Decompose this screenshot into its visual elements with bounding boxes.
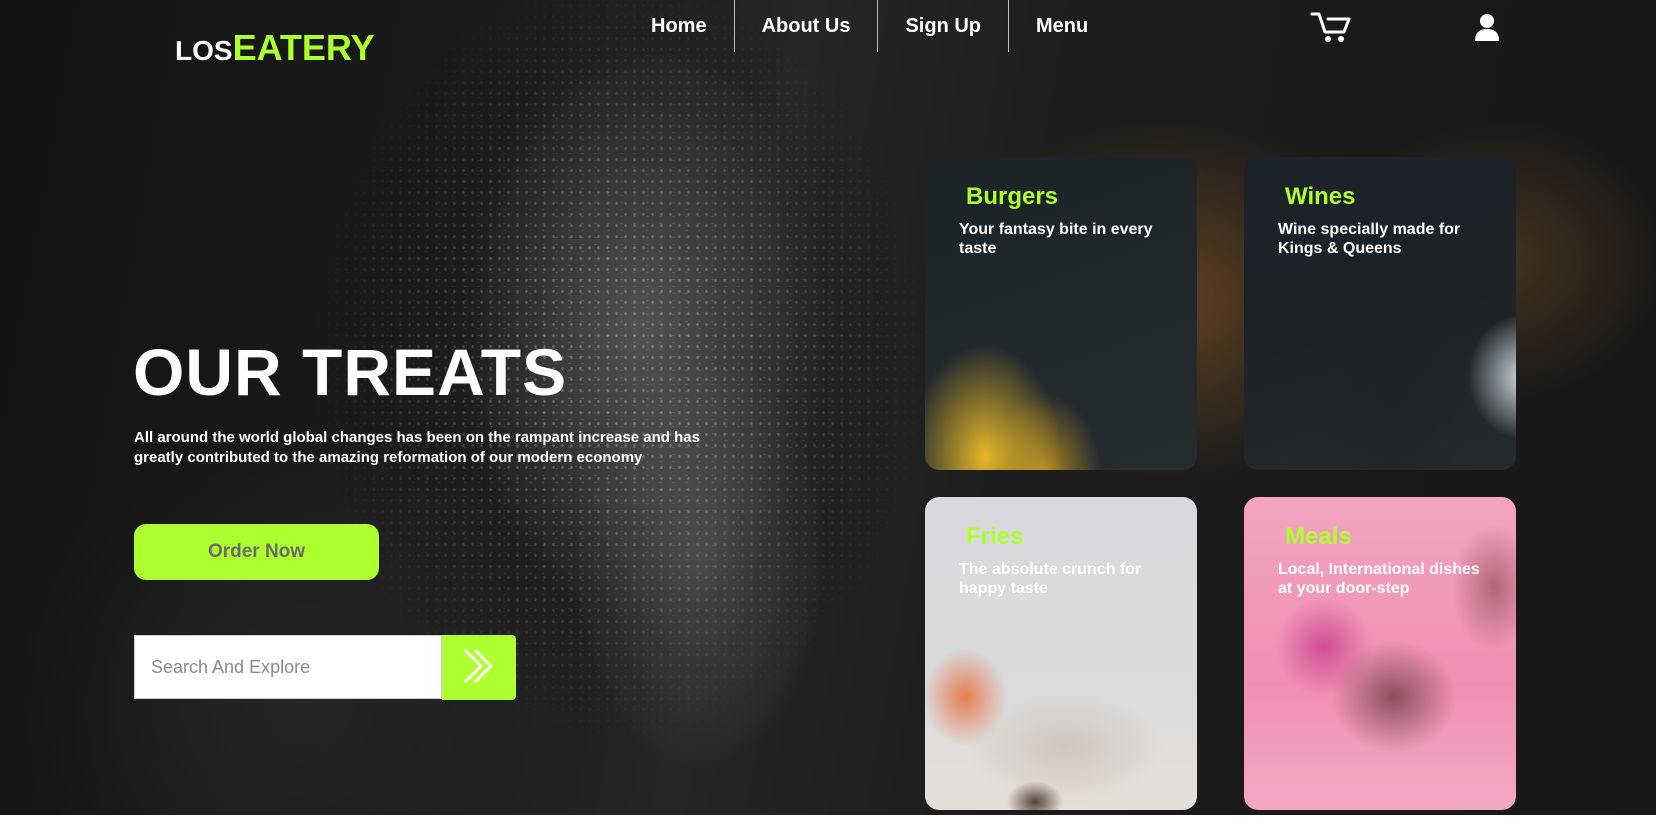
card-description: Wine specially made for Kings & Queens <box>1278 221 1461 257</box>
hero-description: All around the world global changes has … <box>134 429 700 466</box>
category-card-meals[interactable]: Meals Local, International dishes at you… <box>1244 497 1516 810</box>
card-description: Local, International dishes at your door… <box>1278 561 1480 597</box>
logo-main: EATERY <box>232 27 375 68</box>
card-title: Fries <box>966 523 1024 550</box>
card-description: The absolute crunch for happy taste <box>959 561 1142 597</box>
search-input[interactable] <box>134 635 442 699</box>
card-title: Burgers <box>966 183 1059 210</box>
hero-section: LOSEATERY Home About Us Sign Up Menu OUR… <box>0 0 1656 815</box>
hero-title: OUR TREATS <box>133 335 568 409</box>
category-card-fries[interactable]: Fries The absolute crunch for happy tast… <box>925 497 1197 810</box>
order-now-button[interactable]: Order Now <box>134 524 379 580</box>
card-description: Your fantasy bite in every taste <box>959 221 1153 257</box>
user-icon[interactable] <box>1473 13 1501 43</box>
logo[interactable]: LOSEATERY <box>175 30 375 66</box>
nav-item-home[interactable]: Home <box>624 0 735 52</box>
nav-item-menu[interactable]: Menu <box>1009 0 1115 52</box>
logo-prefix: LOS <box>175 35 233 66</box>
double-chevron-right-icon <box>459 646 499 689</box>
main-nav: Home About Us Sign Up Menu <box>624 0 1115 52</box>
nav-item-sign-up[interactable]: Sign Up <box>878 0 1010 52</box>
category-card-burgers[interactable]: Burgers Your fantasy bite in every taste <box>925 157 1197 470</box>
cart-icon[interactable] <box>1310 10 1352 44</box>
card-title: Meals <box>1285 523 1352 550</box>
page-bottom-edge <box>0 815 1656 823</box>
category-card-wines[interactable]: Wines Wine specially made for Kings & Qu… <box>1244 157 1516 470</box>
card-title: Wines <box>1285 183 1356 210</box>
search-button[interactable] <box>442 635 516 700</box>
nav-item-about-us[interactable]: About Us <box>735 0 879 52</box>
